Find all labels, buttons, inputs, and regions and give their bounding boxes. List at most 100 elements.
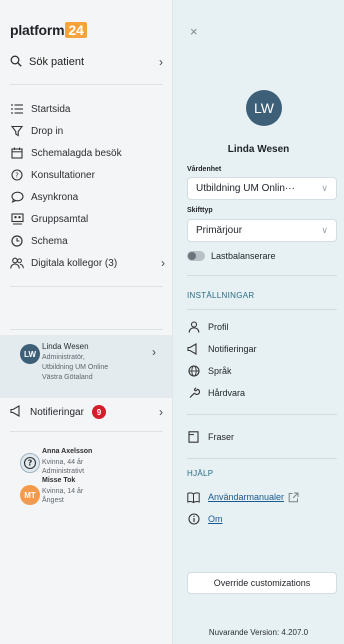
question-circle-icon: ? bbox=[10, 168, 24, 182]
divider bbox=[187, 309, 337, 310]
override-customizations-button[interactable]: Override customizations bbox=[187, 572, 337, 594]
sidebar: platform 24 Sök patient › Startsida Drop … bbox=[0, 0, 173, 644]
book-icon bbox=[187, 491, 200, 504]
fraser-label: Fraser bbox=[208, 432, 235, 442]
user-org: Utbildning UM Online bbox=[42, 364, 109, 371]
sidebar-item-schemalagda-besok[interactable]: Schemalagda besök bbox=[10, 143, 165, 163]
chevron-right-icon: › bbox=[159, 405, 163, 419]
settings-item-notifieringar[interactable]: Notifieringar bbox=[187, 340, 337, 358]
divider bbox=[10, 431, 163, 432]
profile-name: Linda Wesen bbox=[227, 144, 290, 155]
globe-icon bbox=[187, 365, 200, 378]
sidebar-item-drop-in[interactable]: Drop in bbox=[10, 121, 165, 141]
sidebar-item-label: Schema bbox=[31, 235, 68, 247]
notifications-button[interactable]: Notifieringar 9 › bbox=[10, 402, 163, 422]
chevron-right-icon: › bbox=[152, 345, 156, 359]
svg-text:?: ? bbox=[15, 172, 19, 180]
load-balancer-toggle[interactable] bbox=[187, 251, 205, 261]
chevron-down-icon: ∨ bbox=[321, 225, 328, 235]
patient-avatar: MT bbox=[20, 485, 40, 505]
unit-select[interactable]: Utbildning UM Onlin··· ∨ bbox=[187, 177, 337, 200]
chevron-right-icon: › bbox=[159, 55, 163, 69]
sidebar-item-label: Gruppsamtal bbox=[31, 213, 89, 225]
user-name: Linda Wesen bbox=[42, 342, 89, 351]
load-balancer-label: Lastbalanserare bbox=[211, 251, 276, 261]
settings-item-hardvara[interactable]: Hårdvara bbox=[187, 384, 337, 402]
search-patient-button[interactable]: Sök patient › bbox=[10, 52, 163, 72]
divider bbox=[187, 275, 337, 276]
chevron-right-icon: › bbox=[161, 256, 165, 270]
person-icon bbox=[187, 321, 200, 334]
divider bbox=[187, 458, 337, 459]
sidebar-item-label: Schemalagda besök bbox=[31, 147, 122, 159]
chat-bubbles-icon bbox=[10, 190, 24, 204]
help-header: HJÄLP bbox=[187, 469, 214, 478]
platform24-logo[interactable]: platform 24 bbox=[10, 22, 87, 38]
patient-name[interactable]: Misse Tok bbox=[42, 477, 75, 484]
settings-item-label: Hårdvara bbox=[208, 388, 246, 398]
profile-avatar: LW bbox=[246, 90, 282, 126]
document-icon bbox=[187, 431, 200, 444]
search-patient-label: Sök patient bbox=[29, 56, 85, 68]
patient-info: Kvinna, 14 år bbox=[42, 488, 84, 495]
shift-select[interactable]: Primärjour ∨ bbox=[187, 219, 337, 242]
settings-header: INSTÄLLNINGAR bbox=[187, 291, 255, 300]
chevron-down-icon: ∨ bbox=[321, 183, 328, 193]
logo-number: 24 bbox=[65, 22, 87, 38]
notifications-label: Notifieringar bbox=[30, 406, 84, 418]
unit-label: Vårdenhet bbox=[187, 166, 222, 173]
external-link-icon bbox=[288, 492, 299, 503]
settings-item-label: Notifieringar bbox=[208, 344, 257, 354]
divider bbox=[10, 286, 163, 287]
fraser-item[interactable]: Fraser bbox=[187, 428, 337, 446]
people-icon bbox=[10, 256, 24, 270]
settings-item-profil[interactable]: Profil bbox=[187, 318, 337, 336]
about-link-label[interactable]: Om bbox=[208, 514, 223, 524]
version-text: Nuvarande Version: 4.207.0 bbox=[208, 628, 309, 637]
search-icon bbox=[10, 55, 22, 70]
divider bbox=[10, 329, 163, 330]
shift-label: Skifttyp bbox=[187, 207, 213, 214]
question-person-icon: ? bbox=[20, 453, 40, 473]
user-role: Administratör, bbox=[42, 354, 85, 361]
load-balancer-toggle-row[interactable]: Lastbalanserare bbox=[187, 251, 276, 261]
sidebar-item-label: Asynkrona bbox=[31, 191, 79, 203]
manuals-link[interactable]: Användarmanualer bbox=[187, 488, 337, 506]
unit-select-value: Utbildning UM Onlin··· bbox=[196, 183, 295, 194]
svg-text:?: ? bbox=[28, 459, 33, 468]
sidebar-item-gruppsamtal[interactable]: Gruppsamtal bbox=[10, 209, 165, 229]
calendar-icon bbox=[10, 146, 24, 160]
sidebar-item-digitala-kollegor[interactable]: Digitala kollegor (3) › bbox=[10, 253, 165, 273]
shift-select-value: Primärjour bbox=[196, 225, 243, 236]
patient-reason: Administrativt bbox=[42, 468, 85, 475]
megaphone-icon bbox=[10, 404, 23, 420]
about-link[interactable]: Om bbox=[187, 510, 337, 528]
sidebar-item-label: Konsultationer bbox=[31, 169, 95, 181]
info-icon bbox=[187, 513, 200, 526]
avatar: LW bbox=[20, 344, 40, 364]
list-icon bbox=[10, 102, 24, 116]
patient-reason: Ångest bbox=[42, 497, 64, 504]
sidebar-item-label: Digitala kollegor (3) bbox=[31, 257, 118, 269]
wrench-icon bbox=[187, 387, 200, 400]
funnel-icon bbox=[10, 124, 24, 138]
sidebar-item-schema[interactable]: Schema bbox=[10, 231, 165, 251]
logo-text: platform bbox=[10, 22, 65, 38]
manuals-link-label[interactable]: Användarmanualer bbox=[208, 492, 284, 502]
sidebar-item-asynkrona[interactable]: Asynkrona bbox=[10, 187, 165, 207]
settings-item-sprak[interactable]: Språk bbox=[187, 362, 337, 380]
sidebar-item-label: Drop in bbox=[31, 125, 64, 137]
sidebar-item-konsultationer[interactable]: ? Konsultationer bbox=[10, 165, 165, 185]
patient-info: Kvinna, 44 år bbox=[42, 459, 84, 466]
user-region: Västra Götaland bbox=[42, 374, 93, 381]
sidebar-item-label: Startsida bbox=[31, 103, 71, 115]
clock-icon bbox=[10, 234, 24, 248]
divider bbox=[10, 84, 163, 85]
settings-item-label: Språk bbox=[208, 366, 232, 376]
sidebar-item-startsida[interactable]: Startsida bbox=[10, 99, 165, 119]
megaphone-icon bbox=[187, 343, 200, 356]
group-chat-icon bbox=[10, 212, 24, 226]
close-icon[interactable]: × bbox=[190, 24, 198, 39]
patient-name[interactable]: Anna Axelsson bbox=[42, 448, 92, 455]
divider bbox=[187, 414, 337, 415]
